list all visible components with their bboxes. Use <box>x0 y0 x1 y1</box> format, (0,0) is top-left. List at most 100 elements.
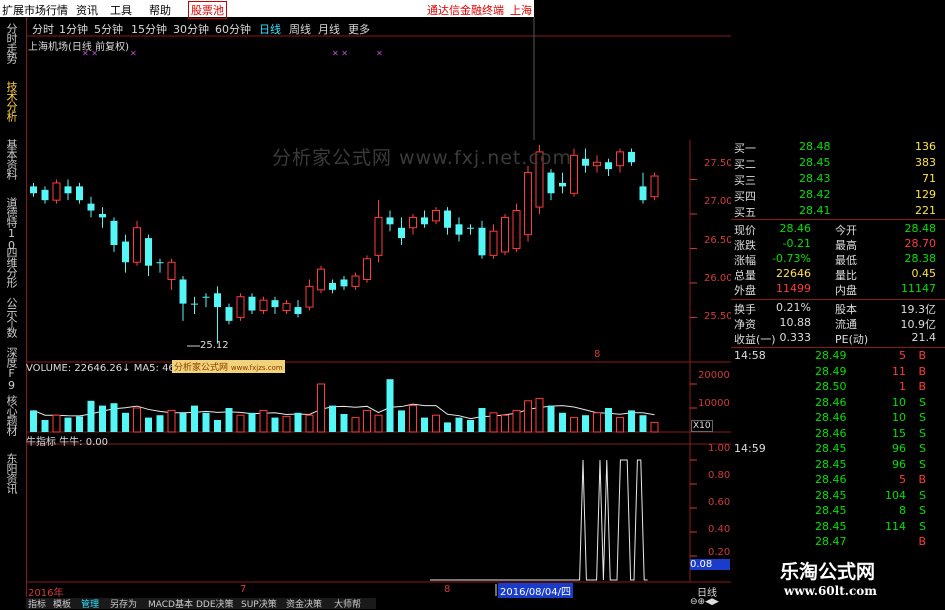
low-price-label: 25.12 <box>200 340 229 351</box>
candle <box>421 217 428 225</box>
volume-bar <box>593 412 601 433</box>
bottom-tab-save-as[interactable]: 另存为 <box>110 597 137 610</box>
scroll-buttons[interactable]: ⊖⊕◀▶ <box>690 597 719 607</box>
tick-price: 28.45 <box>815 457 847 471</box>
stat-value: 28.46 <box>779 222 812 235</box>
bottom-tab-indicator[interactable]: 指标 <box>28 597 46 610</box>
bottom-tab-manage[interactable]: 管理 <box>81 597 99 610</box>
stat-label: 涨幅 <box>734 254 756 267</box>
candle <box>409 216 417 229</box>
candle <box>167 261 176 280</box>
fund-value: 10.88 <box>779 316 812 329</box>
bottom-tab-template[interactable]: 模板 <box>53 597 71 610</box>
quote-row: 14:58 28.49 5 B <box>731 349 936 364</box>
tick-price: 28.46 <box>815 411 847 424</box>
candle <box>340 279 348 287</box>
volume-bar <box>317 383 325 433</box>
stock-title: 上海机场(日线 前复权) <box>28 42 129 53</box>
price-axis-label: 26.50 <box>704 235 733 246</box>
volume-bar <box>271 417 279 432</box>
candle <box>145 238 152 266</box>
volume-bar <box>616 417 624 433</box>
fund-value: 0.21% <box>776 301 811 314</box>
bottom-tab-macd[interactable]: MACD基本 <box>148 597 193 610</box>
candle <box>202 296 210 298</box>
volume-bar <box>282 415 291 433</box>
stat-value: 22646 <box>776 267 811 280</box>
volume-bar <box>512 409 521 433</box>
fund-value: 21.4 <box>911 331 937 344</box>
price-axis-label: 27.00 <box>704 196 733 207</box>
tick-price: 28.46 <box>815 426 847 440</box>
volume-bar <box>547 405 555 432</box>
volume-bar <box>605 408 612 432</box>
volume-bar <box>386 379 394 432</box>
tick-side: S <box>919 395 926 409</box>
volume-label: VOLUME: 22646.26↓ MA5: 46 <box>26 363 175 374</box>
candle <box>616 151 624 167</box>
watermark: 分析家公式网 www.fxj.net.com <box>272 147 573 169</box>
quote-row: 买四 28.42 129 <box>731 188 936 203</box>
candle <box>41 189 49 201</box>
volume-bar <box>191 405 198 432</box>
month-marker: 8 <box>594 349 601 360</box>
quote-row: 28.47 B <box>731 535 936 550</box>
volume-bar <box>202 412 210 432</box>
candle <box>248 296 256 311</box>
fund-value: 10.9亿 <box>900 318 937 331</box>
candle <box>99 213 106 218</box>
candle <box>650 175 659 198</box>
quote-row: 28.46 10 S <box>731 396 936 411</box>
candle <box>214 293 221 308</box>
cursor-date: 2016/08/04/四 <box>498 583 574 598</box>
tick-side: B <box>918 364 926 378</box>
bid-price: 28.48 <box>799 140 831 153</box>
candle <box>605 162 612 170</box>
indicator-axis-label: 0.80 <box>708 470 731 481</box>
volume-bar <box>524 400 532 433</box>
bid-label: 买三 <box>734 174 756 187</box>
bid-label: 买四 <box>734 190 756 203</box>
volume-bar <box>76 416 83 432</box>
quote-row: 买五 28.41 221 <box>731 204 936 219</box>
volume-bar <box>582 415 589 432</box>
quote-row: 28.46 5 B <box>731 473 936 488</box>
tick-side: S <box>919 411 926 424</box>
stat-label: 总量 <box>734 269 756 282</box>
tick-side: B <box>918 535 926 548</box>
quote-row: 涨跌 -0.21 最高 28.70 <box>731 237 936 252</box>
candle <box>236 296 245 318</box>
quote-row: 28.46 10 S <box>731 411 936 426</box>
fund-label: 净资 <box>734 318 756 331</box>
candle <box>76 186 83 201</box>
stat-label: 量比 <box>835 269 857 282</box>
date-month-8: 8 <box>444 584 451 595</box>
tick-side: S <box>919 504 926 517</box>
bottom-tab-sup[interactable]: SUP决策 <box>241 597 277 610</box>
quote-row: 换手 0.21% 股本 19.3亿 <box>731 301 936 316</box>
volume-axis-label: 10000 <box>698 398 730 409</box>
volume-bar <box>122 412 129 432</box>
tick-volume: 96 <box>892 457 906 471</box>
fund-value: 0.333 <box>779 331 812 344</box>
low-tag: 分析家公式网 www.fxjzs.com <box>172 360 285 373</box>
quote-row: 28.45 114 S <box>731 520 936 535</box>
volume-bar <box>236 414 245 433</box>
bottom-tab-fund[interactable]: 资金决策 <box>286 597 322 610</box>
candle <box>271 300 279 308</box>
volume-bar <box>214 420 221 432</box>
candle <box>455 224 463 235</box>
indicator-label: 牛指标 牛牛: 0.00 <box>26 437 108 448</box>
stat-label: 最低 <box>835 254 857 267</box>
tick-price: 28.45 <box>815 442 847 455</box>
bottom-tab-dde[interactable]: DDE决策 <box>196 597 234 610</box>
candle <box>64 186 72 194</box>
candle <box>329 282 336 290</box>
tick-price: 28.45 <box>815 488 847 502</box>
candle <box>374 216 383 256</box>
quote-row: 买三 28.43 71 <box>731 172 936 187</box>
quote-row: 28.45 96 S <box>731 458 936 473</box>
volume-axis-label: 20000 <box>698 370 730 381</box>
bottom-tab-master[interactable]: 大师帮 <box>334 597 361 610</box>
price-axis-label: 27.50 <box>704 158 733 169</box>
